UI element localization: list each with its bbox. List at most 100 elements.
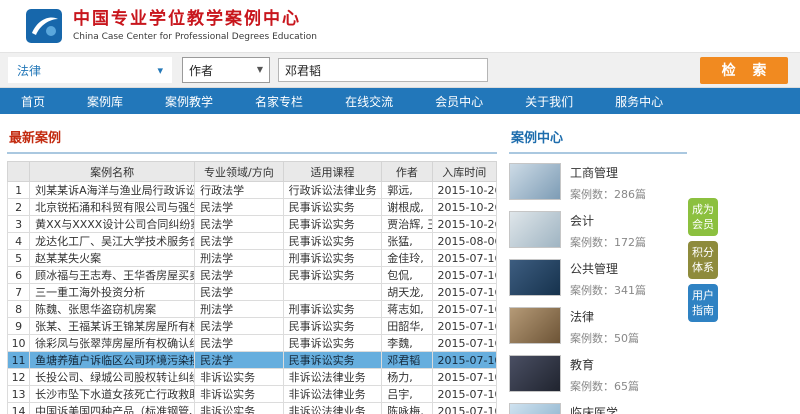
category-item[interactable]: 工商管理 案例数：286篇 [509, 163, 687, 202]
case-index: 8 [8, 301, 30, 318]
float-button[interactable]: 用户指南 [688, 284, 718, 322]
case-name[interactable]: 长沙市坠下水道女孩死亡行政救助案例 [30, 386, 195, 403]
category-thumbnail [509, 403, 561, 414]
case-course: 民事诉讼实务 [283, 335, 382, 352]
table-row[interactable]: 3 黄XX与XXXX设计公司合同纠纷案 民法学 民事诉讼实务 贾治辉, 王俊 2… [8, 216, 497, 233]
table-row[interactable]: 12 长投公司、绿城公司股权转让纠纷案 非诉讼实务 非诉讼法律业务 杨力, 20… [8, 369, 497, 386]
table-row[interactable]: 6 顾冰福与王志寿、王华香房屋买卖合同 民法学 民事诉讼实务 包侃, 2015-… [8, 267, 497, 284]
case-author: 金佳玲, [382, 250, 432, 267]
nav-item[interactable]: 服务中心 [594, 88, 684, 114]
case-name[interactable]: 中国诉美国四种产品（标准钢管、矩形 [30, 403, 195, 414]
category-select-value: 法律 [17, 62, 41, 79]
case-name[interactable]: 长投公司、绿城公司股权转让纠纷案 [30, 369, 195, 386]
nav-item[interactable]: 案例库 [66, 88, 144, 114]
case-name[interactable]: 赵某某失火案 [30, 250, 195, 267]
case-name[interactable]: 张某、王福某诉王锦某房屋所有权确认 [30, 318, 195, 335]
nav-item[interactable]: 在线交流 [324, 88, 414, 114]
case-field: 行政法学 [195, 182, 284, 199]
column-header-author: 作者 [382, 162, 432, 182]
float-button[interactable]: 积分体系 [688, 241, 718, 279]
nav-item[interactable]: 会员中心 [414, 88, 504, 114]
case-name[interactable]: 龙达化工厂、吴江大学技术服务合同纠 [30, 233, 195, 250]
case-author: 贾治辉, 王俊 [382, 216, 432, 233]
latest-cases-title: 最新案例 [9, 131, 61, 146]
category-thumbnail [509, 211, 561, 248]
case-name[interactable]: 顾冰福与王志寿、王华香房屋买卖合同 [30, 267, 195, 284]
float-button-label: 用户指南 [692, 289, 714, 317]
case-name[interactable]: 鱼塘养殖户诉临区公司环境污染损害索赔 [30, 352, 195, 369]
case-name[interactable]: 陈魏、张思华盗窃机房案 [30, 301, 195, 318]
category-info: 会计 案例数：172篇 [570, 211, 646, 250]
search-button[interactable]: 检 索 [700, 57, 788, 84]
nav-item[interactable]: 案例教学 [144, 88, 234, 114]
case-name[interactable]: 三一重工海外投资分析 [30, 284, 195, 301]
case-author: 郭远, [382, 182, 432, 199]
floating-buttons: 成为会员 积分体系 用户指南 [688, 198, 718, 322]
category-select[interactable]: 法律 ▾ [8, 57, 172, 83]
category-item[interactable]: 临床医学 [509, 403, 687, 414]
table-row[interactable]: 10 徐彩凤与张翠萍房屋所有权确认纠纷案 民法学 民事诉讼实务 李魏, 2015… [8, 335, 497, 352]
case-course: 刑事诉讼实务 [283, 250, 382, 267]
case-index: 3 [8, 216, 30, 233]
case-course: 刑事诉讼实务 [283, 301, 382, 318]
category-info: 教育 案例数：65篇 [570, 355, 639, 394]
case-date: 2015-07-10 [432, 369, 496, 386]
case-course: 民事诉讼实务 [283, 233, 382, 250]
table-row[interactable]: 5 赵某某失火案 刑法学 刑事诉讼实务 金佳玲, 2015-07-16 [8, 250, 497, 267]
nav-item-label: 首页 [21, 93, 45, 110]
nav-item[interactable]: 关于我们 [504, 88, 594, 114]
case-index: 2 [8, 199, 30, 216]
case-date: 2015-08-06 [432, 233, 496, 250]
float-button[interactable]: 成为会员 [688, 198, 718, 236]
site-logo[interactable] [24, 7, 64, 45]
case-author: 李魏, [382, 335, 432, 352]
category-item[interactable]: 会计 案例数：172篇 [509, 211, 687, 250]
table-row[interactable]: 7 三一重工海外投资分析 民法学 胡天龙, 2015-07-16 [8, 284, 497, 301]
category-item[interactable]: 教育 案例数：65篇 [509, 355, 687, 394]
table-row[interactable]: 1 刘某某诉A海洋与渔业局行政诉讼案 行政法学 行政诉讼法律业务 郭远, 201… [8, 182, 497, 199]
case-course: 非诉讼法律业务 [283, 386, 382, 403]
nav-item[interactable]: 名家专栏 [234, 88, 324, 114]
chevron-down-icon: ▼ [257, 66, 263, 74]
category-name: 教育 [570, 356, 639, 373]
case-index: 12 [8, 369, 30, 386]
cases-table-head: 案例名称 专业领域/方向 适用课程 作者 入库时间 [8, 162, 497, 182]
nav-item-label: 会员中心 [435, 93, 483, 110]
table-row[interactable]: 8 陈魏、张思华盗窃机房案 刑法学 刑事诉讼实务 蒋志如, 2015-07-16 [8, 301, 497, 318]
case-name[interactable]: 徐彩凤与张翠萍房屋所有权确认纠纷案 [30, 335, 195, 352]
case-date: 2015-10-26 [432, 199, 496, 216]
search-input[interactable] [278, 58, 488, 82]
nav-item-label: 关于我们 [525, 93, 573, 110]
site-titles: 中国专业学位教学案例中心 China Case Center for Profe… [73, 10, 317, 42]
case-name[interactable]: 北京锐拓涌和科贸有限公司与强生（上 [30, 199, 195, 216]
page: 中国专业学位教学案例中心 China Case Center for Profe… [0, 0, 800, 414]
category-thumbnail [509, 163, 561, 200]
nav-item-label: 名家专栏 [255, 93, 303, 110]
case-name[interactable]: 刘某某诉A海洋与渔业局行政诉讼案 [30, 182, 195, 199]
case-field: 民法学 [195, 199, 284, 216]
category-info: 工商管理 案例数：286篇 [570, 163, 646, 202]
case-author: 田韶华, [382, 318, 432, 335]
case-author: 张猛, [382, 233, 432, 250]
case-name[interactable]: 黄XX与XXXX设计公司合同纠纷案 [30, 216, 195, 233]
category-count: 案例数：172篇 [570, 234, 646, 250]
table-row[interactable]: 9 张某、王福某诉王锦某房屋所有权确认 民法学 民事诉讼实务 田韶华, 2015… [8, 318, 497, 335]
latest-cases-header: 最新案例 [7, 124, 497, 154]
case-center-title: 案例中心 [511, 131, 563, 146]
nav-item[interactable]: 首页 [0, 88, 66, 114]
table-row[interactable]: 4 龙达化工厂、吴江大学技术服务合同纠 民法学 民事诉讼实务 张猛, 2015-… [8, 233, 497, 250]
site-title: 中国专业学位教学案例中心 [73, 10, 317, 29]
category-item[interactable]: 公共管理 案例数：341篇 [509, 259, 687, 298]
table-row[interactable]: 13 长沙市坠下水道女孩死亡行政救助案例 非诉讼实务 非诉讼法律业务 吕宇, 2… [8, 386, 497, 403]
table-row[interactable]: 14 中国诉美国四种产品（标准钢管、矩形 非诉讼实务 非诉讼法律业务 陈咏梅, … [8, 403, 497, 414]
case-author: 杨力, [382, 369, 432, 386]
category-item[interactable]: 法律 案例数：50篇 [509, 307, 687, 346]
latest-cases-section: 最新案例 案例名称 专业领域/方向 适用课程 作者 入库时间 [7, 124, 497, 414]
search-field-select[interactable]: 作者 ▼ [182, 57, 270, 83]
case-course: 民事诉讼实务 [283, 267, 382, 284]
category-name: 法律 [570, 308, 639, 325]
table-row[interactable]: 2 北京锐拓涌和科贸有限公司与强生（上 民法学 民事诉讼实务 谢根成, 2015… [8, 199, 497, 216]
case-author: 蒋志如, [382, 301, 432, 318]
case-course: 非诉讼法律业务 [283, 403, 382, 414]
table-row[interactable]: 11 鱼塘养殖户诉临区公司环境污染损害索赔 民法学 民事诉讼实务 邓君韬 201… [8, 352, 497, 369]
